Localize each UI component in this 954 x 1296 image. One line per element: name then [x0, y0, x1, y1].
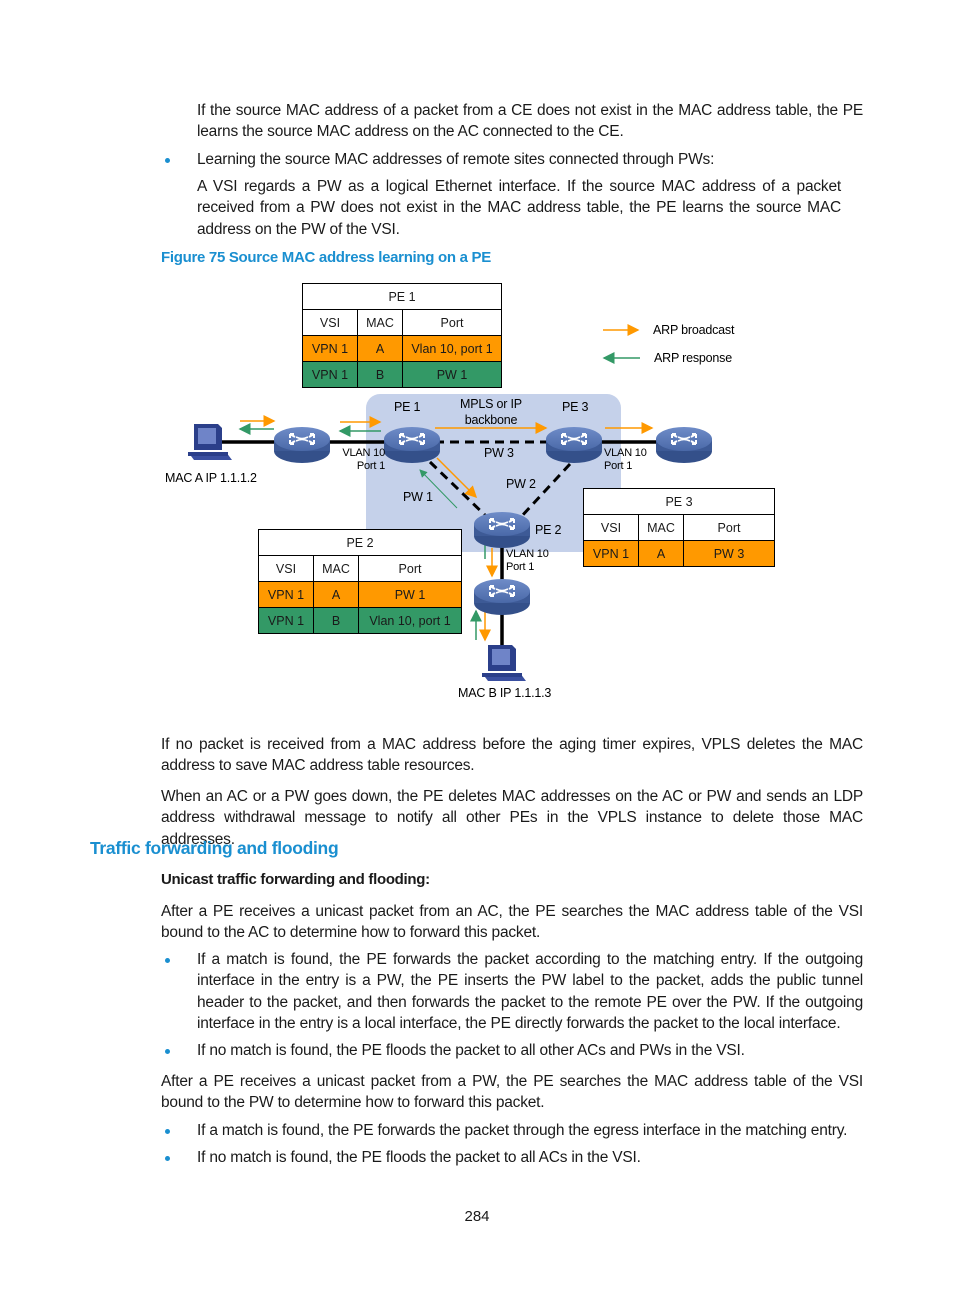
pe2-label: PE 2: [535, 523, 562, 537]
pe3-label: PE 3: [562, 400, 589, 414]
pe3-port-label: VLAN 10 Port 1: [604, 447, 647, 473]
pe2-table-title: PE 2: [258, 529, 462, 556]
host-b-pc-icon: [482, 645, 526, 681]
pe2-port-label: VLAN 10 Port 1: [506, 548, 549, 574]
table-row: VPN 1 A PW 3: [583, 540, 775, 567]
legend-broadcast-label: ARP broadcast: [653, 323, 735, 337]
backbone-label-line2: backbone: [464, 413, 518, 427]
pe3-mac-table: PE 3 VSI MAC Port VPN 1 A PW 3: [583, 488, 775, 567]
pw3-label: PW 3: [484, 446, 514, 460]
pe1-row2-mac: B: [357, 361, 403, 388]
pw2-label: PW 2: [506, 477, 536, 491]
pe1-row1-mac: A: [357, 335, 403, 362]
pe2-row2-mac: B: [313, 607, 359, 634]
pw1-label: PW 1: [403, 490, 433, 504]
pe3-row1-vsi: VPN 1: [583, 540, 639, 567]
pe1-mac-table: PE 1 VSI MAC Port VPN 1 A Vlan 10, port …: [302, 283, 502, 388]
pw-paragraph: After a PE receives a unicast packet fro…: [161, 1073, 863, 1112]
pe3-port-number: Port 1: [604, 460, 633, 472]
pe2-router-icon: [473, 511, 531, 549]
bullet-icon: [165, 1129, 170, 1134]
host-b-label: MAC B IP 1.1.1.3: [458, 686, 552, 700]
pe3-header-port: Port: [683, 514, 775, 541]
pw-bullet-1: If a match is found, the PE forwards the…: [197, 1122, 848, 1139]
legend-response-label: ARP response: [654, 351, 732, 365]
ac-bullet-2: If no match is found, the PE floods the …: [197, 1042, 745, 1059]
pe1-row1-vsi: VPN 1: [302, 335, 358, 362]
pe1-port-number: Port 1: [356, 460, 385, 472]
pe2-row1-vsi: VPN 1: [258, 581, 314, 608]
table-row: VPN 1 B Vlan 10, port 1: [258, 607, 462, 634]
pe1-row2-port: PW 1: [402, 361, 502, 388]
ce-router-c-icon: [655, 426, 713, 464]
ac-bullet-1: If a match is found, the PE forwards the…: [197, 951, 863, 1032]
pe1-router-icon: [383, 426, 441, 464]
pe1-row2-vsi: VPN 1: [302, 361, 358, 388]
pe3-table-title: PE 3: [583, 488, 775, 515]
pe3-row1-port: PW 3: [683, 540, 775, 567]
pe2-header-mac: MAC: [313, 555, 359, 582]
bullet-icon: [165, 1156, 170, 1161]
pe3-header-mac: MAC: [638, 514, 684, 541]
pw-bullet-2: If no match is found, the PE floods the …: [197, 1149, 641, 1166]
backbone-label: MPLS or IP backbone: [458, 396, 524, 428]
pe1-label: PE 1: [394, 400, 421, 414]
pe2-row1-port: PW 1: [358, 581, 462, 608]
pe1-row1-port: Vlan 10, port 1: [402, 335, 502, 362]
pe2-port-number: Port 1: [506, 561, 535, 573]
pe1-header-mac: MAC: [357, 309, 403, 336]
pe2-row1-mac: A: [313, 581, 359, 608]
bullet-icon: [165, 958, 170, 963]
pe3-port-vlan: VLAN 10: [604, 447, 647, 459]
section-heading: Traffic forwarding and flooding: [90, 838, 339, 858]
ce-router-a-icon: [273, 426, 331, 464]
pe2-header-vsi: VSI: [258, 555, 314, 582]
bullet-icon: [165, 1049, 170, 1054]
table-row: VPN 1 A Vlan 10, port 1: [302, 335, 502, 362]
pe1-header-vsi: VSI: [302, 309, 358, 336]
host-a-label: MAC A IP 1.1.1.2: [165, 471, 257, 485]
pe2-row2-vsi: VPN 1: [258, 607, 314, 634]
pe2-header-port: Port: [358, 555, 462, 582]
table-row: VPN 1 A PW 1: [258, 581, 462, 608]
pe1-table-title: PE 1: [302, 283, 502, 310]
pe2-port-vlan: VLAN 10: [506, 548, 549, 560]
backbone-label-line1: MPLS or IP: [460, 397, 522, 411]
pe2-mac-table: PE 2 VSI MAC Port VPN 1 A PW 1 VPN 1 B V…: [258, 529, 462, 634]
pe3-header-vsi: VSI: [583, 514, 639, 541]
pe3-router-icon: [545, 426, 603, 464]
pe3-row1-mac: A: [638, 540, 684, 567]
figure-diagram: ARP broadcast ARP response PE 1 PE 3 PE …: [0, 0, 954, 720]
table-row: VPN 1 B PW 1: [302, 361, 502, 388]
ce-router-b-icon: [473, 578, 531, 616]
subheading: Unicast traffic forwarding and flooding:: [161, 871, 430, 888]
pe2-row2-port: Vlan 10, port 1: [358, 607, 462, 634]
ac-paragraph: After a PE receives a unicast packet fro…: [161, 903, 863, 942]
pe1-header-port: Port: [402, 309, 502, 336]
pe1-port-vlan: VLAN 10: [342, 447, 385, 459]
page-number: 284: [464, 1208, 490, 1225]
aging-paragraph: If no packet is received from a MAC addr…: [161, 736, 863, 775]
pe1-port-label: VLAN 10 Port 1: [339, 447, 385, 473]
